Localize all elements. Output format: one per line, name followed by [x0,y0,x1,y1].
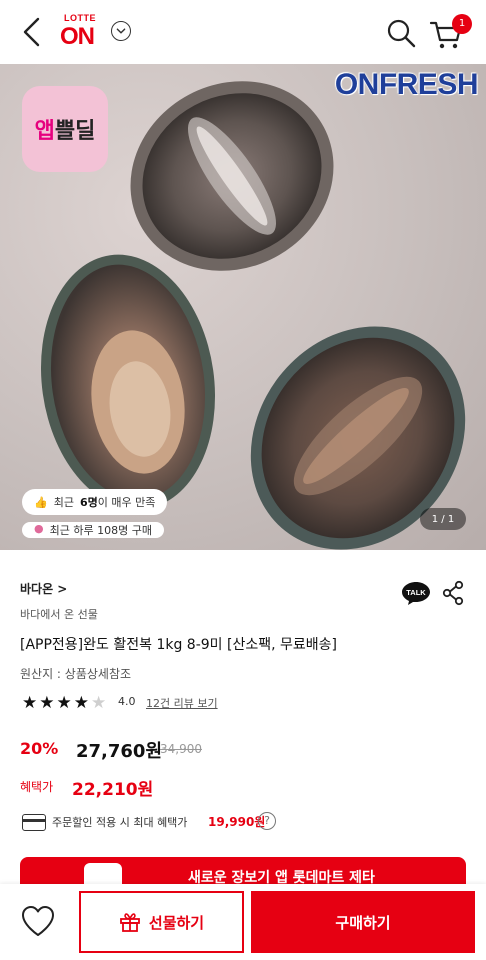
back-icon[interactable] [18,16,46,48]
benefit-label: 혜택가 [20,780,54,794]
gift-label: 선물하기 [148,913,205,932]
chip1-num: 6명 [79,496,98,509]
share-icon[interactable] [441,580,465,606]
star-icon: ★ [22,693,38,713]
gift-icon [119,913,140,932]
discount-rate: 20% [20,739,59,758]
logo-lotte-text: LOTTE [64,13,96,23]
image-pager: 1 / 1 [420,508,466,530]
product-origin: 원산지 : 상품상세참조 [20,667,132,681]
coupon-max-price: 19,990원 [208,815,266,829]
thumbs-up-icon: 👍 [34,495,48,509]
reviews-link[interactable]: 12건 리뷰 보기 [146,695,218,711]
product-image[interactable]: ONFRESH 앱 쁠딜 👍 최근 6명 이 매우 만족 ● 최근 하루 108명 구… [0,64,486,550]
talk-label: TALK [406,588,426,597]
buy-button[interactable]: 구매하기 [251,891,475,953]
rating-stars: ★ ★ ★ ★ ★ [22,693,106,713]
star-icon: ★ [73,693,89,713]
chip1-post: 이 매우 만족 [97,496,156,509]
app-badge-text-b: 쁠딜 [54,119,96,144]
logo-on-text: ON [60,23,95,50]
gift-button[interactable]: 선물하기 [79,891,244,953]
chevron-down-icon[interactable] [111,21,131,41]
app-header: LOTTE ON 1 [0,0,486,64]
satisfaction-chip: 👍 최근 6명 이 매우 만족 [22,489,168,515]
heart-icon[interactable] [20,904,56,938]
bag-icon: ● [34,522,44,535]
onfresh-brand-label: ONFRESH [334,68,479,101]
cart-count-badge: 1 [452,14,472,34]
benefit-price: 22,210원 [72,780,154,800]
lotte-on-logo[interactable]: LOTTE ON [60,13,104,53]
product-title: [APP전용]완도 활전복 1kg 8-9미 [산소팩, 무료배송] [20,637,337,653]
purchase-chip: ● 최근 하루 108명 구매 [22,522,164,538]
app-deal-badge: 앱 쁠딜 [22,86,108,172]
sale-price: 27,760원 [76,741,163,762]
coupon-text: 주문할인 적용 시 최대 혜택가 [52,816,188,829]
help-icon[interactable]: ? [258,812,276,830]
star-empty-icon: ★ [91,693,107,713]
buy-label: 구매하기 [335,913,391,932]
original-price: 34,900 [160,742,202,756]
bottom-action-bar: 선물하기 구매하기 [0,884,486,960]
chip2-text: 최근 하루 108명 구매 [49,524,152,537]
search-icon[interactable] [386,18,416,48]
star-icon: ★ [39,693,55,713]
store-link[interactable]: 바다온 > [20,580,67,597]
product-subtitle: 바다에서 온 선물 [20,608,98,621]
talk-icon[interactable]: TALK [400,580,432,606]
card-icon [22,814,46,831]
star-icon: ★ [56,693,72,713]
app-badge-text-a: 앱 [34,119,55,144]
rating-value: 4.0 [118,695,136,708]
chip1-pre: 최근 [53,496,74,509]
